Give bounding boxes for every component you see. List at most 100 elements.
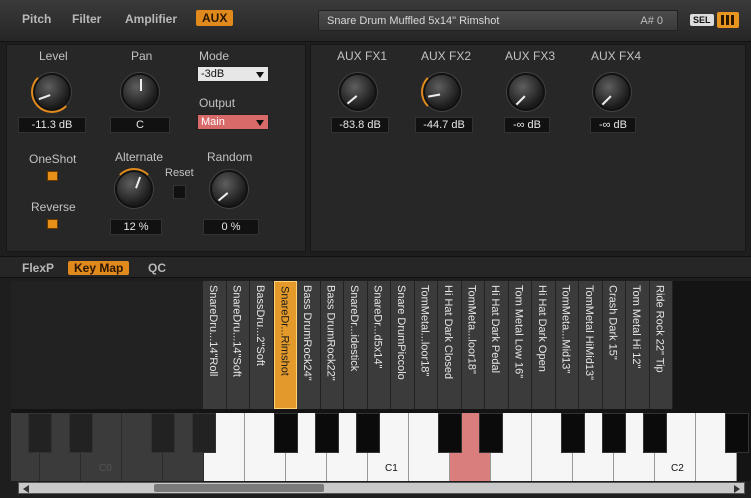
sample-slot[interactable]: Hi Hat Dark Pedal <box>485 281 509 409</box>
sample-slot[interactable]: Hi Hat Dark Closed <box>438 281 462 409</box>
pan-knob[interactable] <box>121 73 159 111</box>
tab-qc[interactable]: QC <box>148 261 166 275</box>
random-label: Random <box>207 150 253 164</box>
chevron-down-icon <box>256 120 264 126</box>
sample-slot[interactable]: TomMetal HiMid13" <box>579 281 603 409</box>
oneshot-toggle[interactable] <box>47 171 58 181</box>
aux-fx3-value[interactable]: -∞ dB <box>504 117 550 133</box>
aux-fx1-label: AUX FX1 <box>337 49 388 63</box>
sample-slot[interactable]: TomMeta...loor18" <box>461 281 485 409</box>
random-value[interactable]: 0 % <box>203 219 259 235</box>
sample-slot[interactable]: Crash Dark 15" <box>602 281 626 409</box>
mode-value: -3dB <box>201 68 225 80</box>
aux-fx1-value[interactable]: -83.8 dB <box>331 117 389 133</box>
scroll-left-icon[interactable] <box>23 485 29 493</box>
sampler-window: Pitch Filter Amplifier AUX Snare Drum Mu… <box>0 0 751 498</box>
sample-slot[interactable]: Ride Rock 22" Tip <box>649 281 673 409</box>
level-value[interactable]: -11.3 dB <box>18 117 86 133</box>
black-key[interactable] <box>643 413 667 453</box>
black-key[interactable] <box>192 413 216 453</box>
preset-name-field[interactable]: Snare Drum Muffled 5x14" Rimshot A# 0 <box>318 10 678 31</box>
empty-slot <box>131 281 155 409</box>
aux-fx4-label: AUX FX4 <box>591 49 642 63</box>
sample-slot[interactable]: Tom Metal Low 16" <box>508 281 532 409</box>
black-key[interactable] <box>28 413 52 453</box>
sample-slot[interactable]: Hi Hat Dark Open <box>532 281 556 409</box>
sample-slot-label: TomMeta...loor18" <box>465 285 478 374</box>
black-key[interactable] <box>356 413 380 453</box>
sample-slot-label: SnareDru...14"Roll <box>207 285 219 377</box>
reset-label: Reset <box>165 167 194 179</box>
oneshot-label: OneShot <box>29 152 77 166</box>
reverse-toggle[interactable] <box>47 219 58 229</box>
black-key[interactable] <box>561 413 585 453</box>
sample-slot-label: Bass DrumRock22" <box>324 285 337 381</box>
alternate-label: Alternate <box>115 150 164 164</box>
tab-filter[interactable]: Filter <box>72 12 101 26</box>
black-key[interactable] <box>725 413 749 453</box>
sample-slot-label: Snare DrumPiccolo <box>395 285 407 380</box>
level-knob[interactable] <box>31 71 73 113</box>
sample-slot[interactable]: SnareDr...d5x14" <box>367 281 391 409</box>
aux-fx2-value[interactable]: -44.7 dB <box>415 117 473 133</box>
aux-sends-panel: AUX FX1 -83.8 dB AUX FX2 -44.7 dB AUX FX… <box>310 44 746 252</box>
horizontal-scrollbar[interactable] <box>18 482 745 494</box>
aux-fx4-value[interactable]: -∞ dB <box>590 117 636 133</box>
level-label: Level <box>39 49 68 63</box>
black-key[interactable] <box>151 413 175 453</box>
keyboard-icon[interactable] <box>717 12 739 28</box>
sel-button[interactable]: SEL <box>690 14 714 26</box>
sample-slot[interactable]: SnareDr...Rimshot <box>273 281 297 409</box>
sample-slot[interactable]: Bass DrumRock22" <box>320 281 344 409</box>
black-key[interactable] <box>438 413 462 453</box>
aux-fx4-knob[interactable] <box>593 73 631 111</box>
sample-slot-label: Ride Rock 22" Tip <box>653 285 666 373</box>
sample-slot-label: SnareDr...d5x14" <box>371 285 384 369</box>
aux-fx2-knob[interactable] <box>421 71 461 113</box>
sample-slot[interactable]: Tom Metal Hi 12" <box>626 281 650 409</box>
aux-fx3-knob[interactable] <box>507 73 545 111</box>
preset-name: Snare Drum Muffled 5x14" Rimshot <box>327 15 500 27</box>
black-key[interactable] <box>315 413 339 453</box>
sample-slot[interactable]: Bass DrumRock24" <box>297 281 321 409</box>
chevron-down-icon <box>256 72 264 78</box>
tab-key-map[interactable]: Key Map <box>68 261 130 275</box>
empty-slot <box>107 281 131 409</box>
black-key[interactable] <box>602 413 626 453</box>
tab-pitch[interactable]: Pitch <box>22 12 51 26</box>
sample-slot[interactable]: TomMeta...Mid13" <box>555 281 579 409</box>
alternate-value[interactable]: 12 % <box>110 219 162 235</box>
pan-value[interactable]: C <box>110 117 170 133</box>
tab-aux[interactable]: AUX <box>196 10 234 26</box>
empty-slot <box>83 281 107 409</box>
sample-slot-label: SnareDr...Rimshot <box>278 286 291 376</box>
mode-dropdown[interactable]: -3dB <box>197 66 269 82</box>
tab-flexp[interactable]: FlexP <box>22 261 54 275</box>
sample-slot[interactable]: SnareDru...14"Roll <box>203 281 227 409</box>
aux-fx1-knob[interactable] <box>339 73 377 111</box>
sample-slot-label: Hi Hat Dark Open <box>536 285 548 372</box>
black-key[interactable] <box>69 413 93 453</box>
sample-slot[interactable]: BassDru...2"Soft <box>250 281 274 409</box>
scroll-right-icon[interactable] <box>734 485 740 493</box>
output-dropdown[interactable]: Main <box>197 114 269 130</box>
main-parameters-panel: Level -11.3 dB Pan C Mode -3dB Output Ma… <box>6 44 306 252</box>
sample-slot-label: BassDru...2"Soft <box>254 285 266 366</box>
sample-slot[interactable]: Snare DrumPiccolo <box>391 281 415 409</box>
reset-button[interactable] <box>173 185 186 199</box>
alternate-knob[interactable] <box>113 168 155 208</box>
tab-amplifier[interactable]: Amplifier <box>125 12 177 26</box>
output-label: Output <box>199 96 236 110</box>
sample-slot-label: Hi Hat Dark Closed <box>442 285 454 380</box>
sample-slot-label: TomMeta...Mid13" <box>559 285 572 374</box>
c0-label: C0 <box>99 463 112 474</box>
sample-slot[interactable]: SnareDru...14"Soft <box>226 281 250 409</box>
sample-slot[interactable]: SnareDr...idestick <box>344 281 368 409</box>
black-key[interactable] <box>479 413 503 453</box>
sample-slot[interactable]: TomMetal...loor18" <box>414 281 438 409</box>
scroll-thumb[interactable] <box>154 484 324 492</box>
empty-slot <box>155 281 179 409</box>
random-knob[interactable] <box>210 170 248 208</box>
black-key[interactable] <box>274 413 298 453</box>
aux-fx2-label: AUX FX2 <box>421 49 472 63</box>
